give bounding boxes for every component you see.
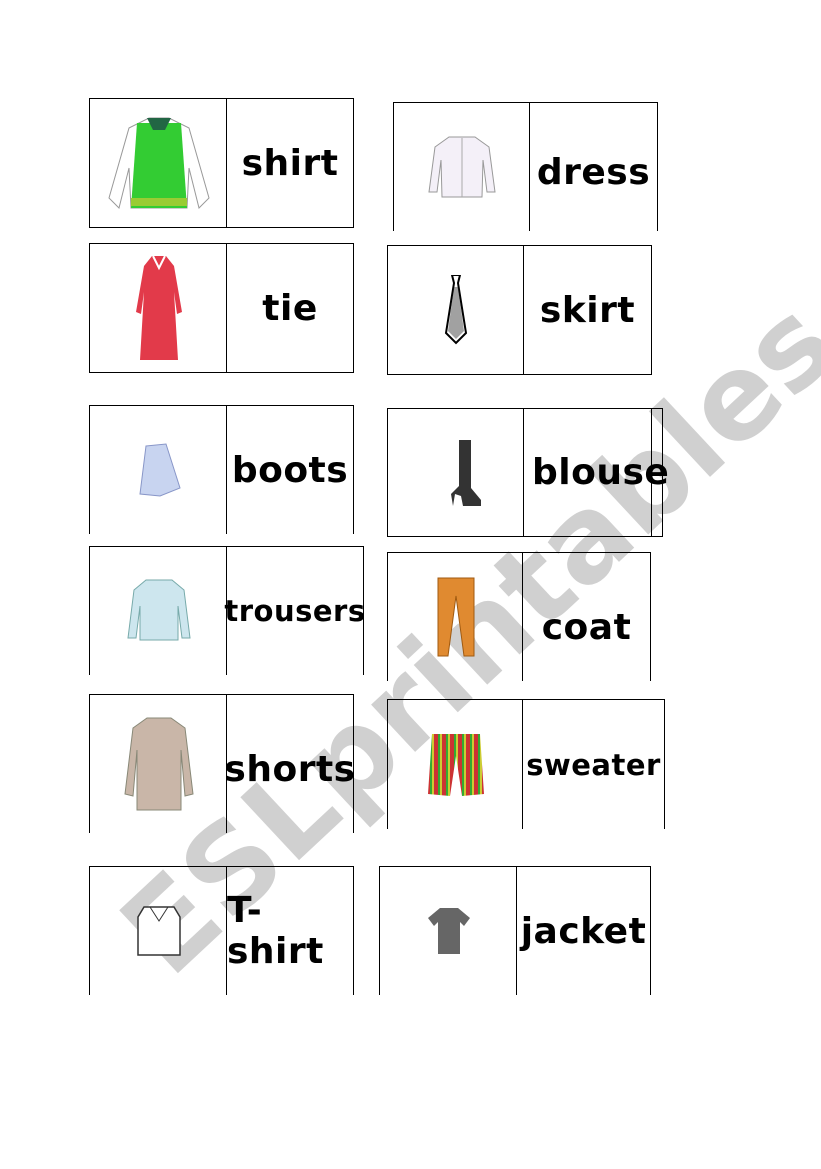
card-word: sweater: [526, 747, 661, 782]
domino-card: skirt: [387, 245, 652, 375]
card-word: shorts: [224, 748, 356, 790]
domino-card: shorts: [89, 694, 356, 833]
domino-card: T-shirt: [89, 866, 354, 995]
card-word: T-shirt: [227, 890, 324, 972]
white-shirt-icon: [394, 103, 530, 231]
card-word: dress: [536, 151, 651, 193]
striped-shorts-icon: [388, 700, 523, 829]
domino-card: jacket: [379, 866, 651, 995]
card-word: skirt: [539, 289, 636, 331]
domino-card: coat: [387, 552, 651, 681]
domino-card: blouse: [387, 408, 670, 537]
card-word: shirt: [241, 142, 339, 184]
blue-skirt-icon: [90, 406, 227, 534]
card-word: coat: [541, 606, 632, 648]
domino-card: dress: [393, 102, 658, 231]
beige-coat-icon: [90, 695, 227, 833]
card-word: blouse: [532, 452, 670, 493]
card-word: boots: [231, 449, 349, 491]
domino-card: tie: [89, 243, 354, 373]
white-sweater-icon: [90, 867, 227, 995]
light-blue-blouse-icon: [90, 547, 227, 675]
domino-card: sweater: [387, 699, 665, 829]
red-dress-icon: [90, 244, 227, 372]
card-word: tie: [262, 287, 318, 329]
orange-trousers-icon: [388, 553, 523, 681]
tie-icon: [388, 246, 524, 374]
card-word: trousers: [224, 594, 366, 628]
green-jacket-icon: [90, 99, 227, 227]
grey-t-shirt-icon: [380, 867, 517, 995]
domino-card: boots: [89, 405, 354, 534]
domino-card: trousers: [89, 546, 366, 675]
domino-card: shirt: [89, 98, 354, 228]
card-word: jacket: [520, 910, 647, 952]
black-boot-icon: [388, 409, 524, 536]
